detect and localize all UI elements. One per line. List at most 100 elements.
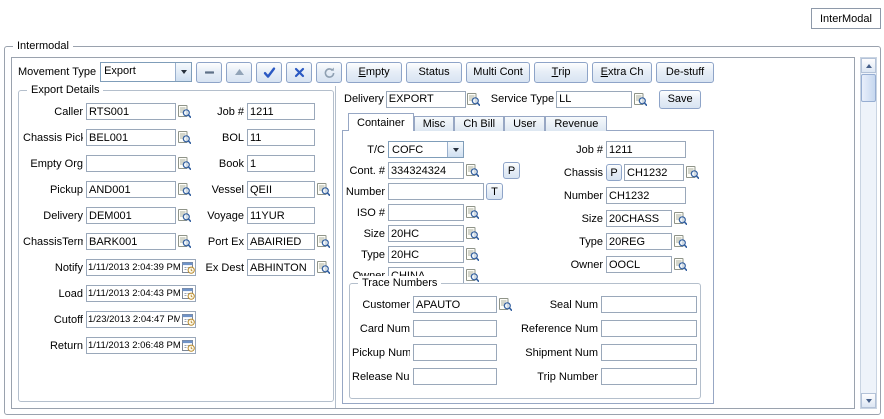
accept-button[interactable] bbox=[256, 62, 282, 83]
chassis-pick-input[interactable] bbox=[86, 129, 176, 146]
trace-right-column: Seal Num Reference Num Shipment Num Trip… bbox=[518, 296, 697, 392]
tab-intermodal[interactable]: InterModal bbox=[811, 8, 881, 29]
book-input[interactable] bbox=[247, 155, 315, 172]
status-button[interactable]: Status bbox=[406, 62, 462, 83]
lookup-icon[interactable] bbox=[673, 235, 687, 249]
tc-combo[interactable]: COFC bbox=[388, 141, 464, 158]
chassis-term-input[interactable] bbox=[86, 233, 176, 250]
lookup-icon[interactable] bbox=[316, 261, 330, 275]
lookup-icon[interactable] bbox=[465, 206, 479, 220]
chassis-job-input[interactable] bbox=[606, 141, 686, 158]
chevron-down-icon[interactable] bbox=[447, 142, 463, 157]
datetime-icon[interactable] bbox=[181, 261, 195, 274]
lookup-icon[interactable] bbox=[316, 183, 330, 197]
lookup-icon[interactable] bbox=[633, 92, 647, 106]
chassis-size-input[interactable] bbox=[606, 210, 672, 227]
service-type-input[interactable] bbox=[556, 91, 632, 108]
cutoff-input[interactable] bbox=[87, 314, 181, 325]
chassis-input[interactable] bbox=[624, 164, 684, 181]
tab-container[interactable]: Container bbox=[348, 113, 414, 131]
reference-num-input[interactable] bbox=[601, 320, 697, 337]
cont-p-button[interactable]: P bbox=[503, 162, 520, 179]
lookup-icon[interactable] bbox=[465, 248, 479, 262]
trip-number-input[interactable] bbox=[601, 368, 697, 385]
move-up-button[interactable] bbox=[226, 62, 252, 83]
cancel-button[interactable] bbox=[286, 62, 312, 83]
lookup-icon[interactable] bbox=[177, 131, 191, 145]
tab-revenue[interactable]: Revenue bbox=[545, 116, 607, 131]
return-input[interactable] bbox=[87, 340, 181, 351]
lookup-icon[interactable] bbox=[685, 166, 699, 180]
lookup-icon[interactable] bbox=[177, 235, 191, 249]
lookup-icon[interactable] bbox=[673, 258, 687, 272]
chassis-number-label: Number bbox=[551, 190, 603, 202]
field-row: BOL bbox=[202, 129, 330, 146]
field-row: Seal Num bbox=[518, 296, 697, 313]
lookup-icon[interactable] bbox=[177, 209, 191, 223]
port-ex-input[interactable] bbox=[247, 233, 315, 250]
lookup-icon[interactable] bbox=[177, 183, 191, 197]
movement-type-combo[interactable]: Export bbox=[100, 62, 192, 82]
card-num-input[interactable] bbox=[413, 320, 497, 337]
multi-cont-button[interactable]: Multi Cont bbox=[466, 62, 530, 83]
delivery-org-input[interactable] bbox=[86, 207, 176, 224]
datetime-icon[interactable] bbox=[181, 313, 195, 326]
pickup-input[interactable] bbox=[86, 181, 176, 198]
lookup-icon[interactable] bbox=[465, 227, 479, 241]
save-button[interactable]: Save bbox=[659, 90, 701, 109]
lookup-icon[interactable] bbox=[465, 269, 479, 283]
scroll-down-button[interactable] bbox=[861, 393, 876, 408]
refresh-button[interactable] bbox=[316, 62, 342, 83]
ex-dest-input[interactable] bbox=[247, 259, 315, 276]
notify-input[interactable] bbox=[87, 262, 181, 273]
tab-ch-bill[interactable]: Ch Bill bbox=[454, 116, 504, 131]
chassis-p-button[interactable]: P bbox=[606, 164, 622, 181]
remove-button[interactable] bbox=[196, 62, 222, 83]
tab-user[interactable]: User bbox=[504, 116, 545, 131]
vessel-input[interactable] bbox=[247, 181, 315, 198]
tab-misc[interactable]: Misc bbox=[414, 116, 455, 131]
load-input[interactable] bbox=[87, 288, 181, 299]
lookup-icon[interactable] bbox=[673, 212, 687, 226]
bol-input[interactable] bbox=[247, 129, 315, 146]
extra-ch-button[interactable]: Extra Ch bbox=[592, 62, 652, 83]
check-icon bbox=[263, 66, 276, 79]
cont-number-label: Cont. # bbox=[343, 165, 385, 177]
container-type-input[interactable] bbox=[388, 246, 464, 263]
scroll-up-button[interactable] bbox=[861, 58, 876, 73]
chassis-number-input[interactable] bbox=[606, 187, 686, 204]
lookup-icon[interactable] bbox=[465, 164, 479, 178]
number-t-button[interactable]: T bbox=[486, 183, 503, 200]
iso-input[interactable] bbox=[388, 204, 464, 221]
lookup-icon[interactable] bbox=[177, 105, 191, 119]
lookup-icon[interactable] bbox=[316, 235, 330, 249]
customer-input[interactable] bbox=[413, 296, 497, 313]
empty-org-input[interactable] bbox=[86, 155, 176, 172]
lookup-icon[interactable] bbox=[467, 92, 481, 106]
seal-num-input[interactable] bbox=[601, 296, 697, 313]
field-row: Type bbox=[343, 246, 525, 263]
datetime-icon[interactable] bbox=[181, 287, 195, 300]
datetime-icon[interactable] bbox=[181, 339, 195, 352]
chassis-owner-input[interactable] bbox=[606, 256, 672, 273]
release-num-input[interactable] bbox=[413, 368, 497, 385]
lookup-icon[interactable] bbox=[498, 298, 512, 312]
vertical-scrollbar[interactable] bbox=[860, 57, 877, 409]
number-input[interactable] bbox=[388, 183, 484, 200]
scrollbar-thumb[interactable] bbox=[861, 74, 876, 102]
chevron-down-icon[interactable] bbox=[175, 63, 191, 81]
de-stuff-button[interactable]: De-stuff bbox=[656, 62, 714, 83]
chassis-type-input[interactable] bbox=[606, 233, 672, 250]
cont-number-input[interactable] bbox=[388, 162, 464, 179]
delivery-type-input[interactable] bbox=[386, 91, 466, 108]
caller-input[interactable] bbox=[86, 103, 176, 120]
empty-button[interactable]: Empty bbox=[346, 62, 402, 83]
trip-button[interactable]: Trip bbox=[534, 62, 588, 83]
shipment-num-input[interactable] bbox=[601, 344, 697, 361]
lookup-icon[interactable] bbox=[177, 157, 191, 171]
pickup-num-input[interactable] bbox=[413, 344, 497, 361]
job-number-input[interactable] bbox=[247, 103, 315, 120]
container-size-input[interactable] bbox=[388, 225, 464, 242]
card-num-label: Card Num bbox=[352, 323, 410, 335]
voyage-input[interactable] bbox=[247, 207, 315, 224]
